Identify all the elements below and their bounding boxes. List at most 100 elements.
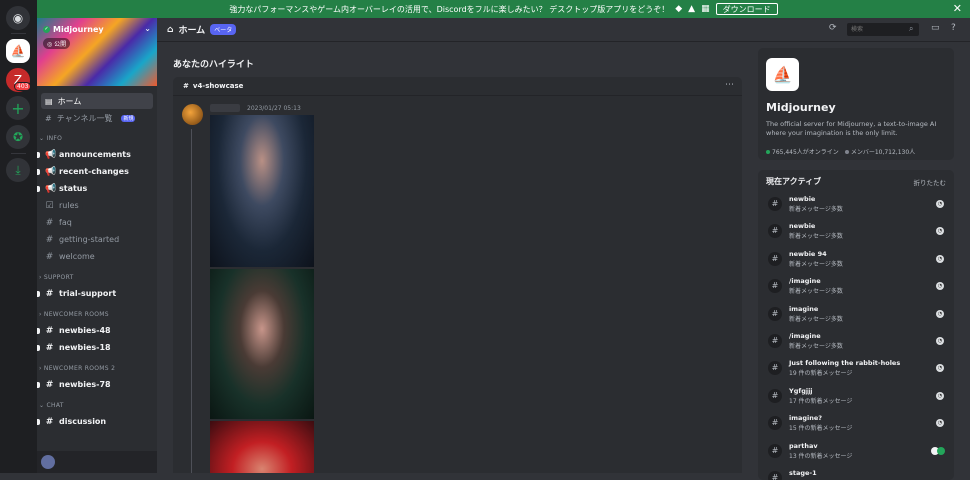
item-name: /imagine — [789, 331, 821, 340]
server-stats: 765,445人がオンライン メンバー10,712,130人 — [766, 147, 915, 156]
channel-recent-changes[interactable]: 📢 recent-changes — [37, 163, 157, 180]
page-title-label: ホーム — [178, 26, 206, 36]
add-server-icon[interactable]: + — [6, 96, 30, 120]
hash-icon: # — [45, 379, 54, 390]
download-button[interactable]: ダウンロード — [715, 3, 778, 15]
category-label: SUPPORT — [43, 274, 74, 281]
channel-getting-started[interactable]: # getting-started — [37, 231, 157, 248]
channel-faq[interactable]: # faq — [37, 214, 157, 231]
card-channel-label: v4-showcase — [192, 82, 244, 90]
channel-label: status — [59, 184, 88, 193]
thread-icon: # — [768, 470, 782, 480]
avatar — [937, 446, 945, 455]
channel-rules[interactable]: ☑ rules — [37, 197, 157, 214]
nav-channel-browse[interactable]: # チャンネル一覧 新規 — [41, 110, 153, 126]
rules-icon: ☑ — [45, 200, 54, 211]
hash-icon: # — [45, 288, 54, 299]
main-content: あなたのハイライト # v4-showcase ⋯ 2023/01/27 05:1… — [157, 43, 752, 473]
chevron-down-icon[interactable]: ⌄ — [144, 24, 151, 33]
avatar[interactable] — [182, 104, 203, 125]
right-panel: ⛵ Midjourney The official server for Mid… — [758, 43, 970, 480]
channel-newbies-78[interactable]: # newbies-78 — [37, 376, 157, 393]
download-icon[interactable]: ⤓ — [6, 158, 30, 182]
avatar: ◔ — [936, 364, 944, 373]
explore-icon[interactable]: ✪ — [6, 125, 30, 149]
channel-status[interactable]: 📢 status — [37, 180, 157, 197]
category-chat[interactable]: ⌄ CHAT — [39, 402, 157, 409]
thread-icon: # — [768, 279, 782, 294]
channel-label: rules — [59, 201, 79, 210]
channel-welcome[interactable]: # welcome — [37, 248, 157, 265]
close-icon[interactable]: ✕ — [953, 2, 962, 15]
mention-badge: 403 — [14, 82, 32, 91]
list-item[interactable]: # /imagine 新着メッセージ多数 ◔ — [758, 273, 954, 300]
attachment-image[interactable] — [210, 421, 314, 473]
channel-label: newbies-18 — [59, 343, 111, 352]
channel-label: discussion — [59, 417, 107, 426]
channel-announcements[interactable]: 📢 announcements — [37, 146, 157, 163]
category-newcomer[interactable]: › NEWCOMER ROOMS — [39, 311, 157, 318]
category-label: INFO — [46, 135, 63, 142]
avatar[interactable] — [41, 455, 55, 469]
item-name: newbie 94 — [789, 249, 827, 258]
list-item[interactable]: # newbie 新着メッセージ多数 ◔ — [758, 191, 954, 218]
channel-newbies-18[interactable]: # newbies-18 — [37, 339, 157, 356]
discord-home-icon[interactable]: ◉ — [6, 6, 30, 30]
list-item[interactable]: # Ygfgjjj 17 件の新着メッセージ ◔ — [758, 383, 954, 410]
item-sub: 新着メッセージ多数 — [789, 233, 843, 241]
list-item[interactable]: # /imagine 新着メッセージ多数 ◔ — [758, 328, 954, 355]
list-item[interactable]: # imagine? 15 件の新着メッセージ ◔ — [758, 410, 954, 437]
item-name: Ygfgjjj — [789, 386, 813, 395]
inbox-icon[interactable]: ▭ — [931, 23, 940, 33]
list-item[interactable]: # newbie 新着メッセージ多数 ◔ — [758, 218, 954, 245]
category-support[interactable]: › SUPPORT — [39, 274, 157, 281]
divider — [173, 95, 742, 96]
server-banner[interactable]: ✓ Midjourney ◎ 公開 ⌄ — [37, 18, 157, 86]
channel-label: newbies-78 — [59, 380, 111, 389]
server-logo: ⛵ — [766, 58, 799, 91]
author-name[interactable] — [210, 104, 240, 112]
download-banner: 強力なパフォーマンスやゲーム内オーバーレイの活用で、Discordをフルに楽しみ… — [37, 0, 970, 18]
attachment-image[interactable] — [210, 115, 314, 267]
card-channel[interactable]: # v4-showcase — [183, 82, 243, 90]
channel-trial-support[interactable]: # trial-support — [37, 285, 157, 302]
public-label: 公開 — [54, 41, 67, 48]
avatar: ◔ — [936, 336, 944, 345]
online-count: 765,445人がオンライン — [766, 147, 839, 156]
item-sub: 15 件の新着メッセージ — [789, 425, 853, 433]
item-name: parthav — [789, 441, 818, 450]
thread-icon: # — [768, 388, 782, 403]
list-item[interactable]: # parthav 13 件の新着メッセージ — [758, 438, 954, 465]
channel-discussion[interactable]: # discussion — [37, 413, 157, 430]
item-name: newbie — [789, 222, 816, 231]
list-item[interactable]: # newbie 94 新着メッセージ多数 ◔ — [758, 246, 954, 273]
nav-channels-label: チャンネル一覧 — [56, 113, 113, 123]
channel-label: faq — [59, 218, 72, 227]
about-description: The official server for Midjourney, a te… — [766, 120, 937, 137]
more-options-icon[interactable]: ⋯ — [725, 80, 734, 90]
member-dot — [844, 150, 849, 154]
active-list: # newbie 新着メッセージ多数 ◔ # newbie 新着メッセージ多数 ◔ # new… — [758, 191, 954, 480]
hash-icon: # — [45, 234, 54, 245]
top-bar: ⌂ ホームベータ ⟳ ⌕ ▭ ? — [157, 18, 970, 42]
attachment-image[interactable] — [210, 269, 314, 419]
collapse-button[interactable]: 折りたたむ — [914, 177, 947, 187]
category-newcomer-2[interactable]: › NEWCOMER ROOMS 2 — [39, 365, 157, 372]
item-sub: 13 件の新着メッセージ — [789, 452, 853, 460]
active-now-title: 現在アクティブ — [766, 177, 822, 186]
list-item[interactable]: # imagine 新着メッセージ多数 ◔ — [758, 301, 954, 328]
highlight-card[interactable]: # v4-showcase ⋯ 2023/01/27 05:13 — [173, 77, 742, 473]
channel-newbies-48[interactable]: # newbies-48 — [37, 322, 157, 339]
refresh-icon[interactable]: ⟳ — [829, 23, 837, 33]
midjourney-server-icon[interactable]: ⛵ — [6, 39, 30, 63]
nav-home[interactable]: ▤ ホーム — [41, 93, 153, 109]
hash-icon: # — [45, 342, 54, 353]
list-item[interactable]: # Just following the rabbit-holes 19 件の新着メ… — [758, 355, 954, 382]
list-item[interactable]: # stage-1 — [758, 465, 954, 480]
page-title: ⌂ ホーム ベータ — [167, 23, 237, 36]
server-name-label: Midjourney — [53, 25, 104, 34]
hash-icon: # — [45, 113, 52, 123]
help-icon[interactable]: ? — [951, 23, 956, 33]
avatar: ◔ — [936, 254, 944, 263]
category-info[interactable]: ⌄ INFO — [39, 135, 157, 142]
